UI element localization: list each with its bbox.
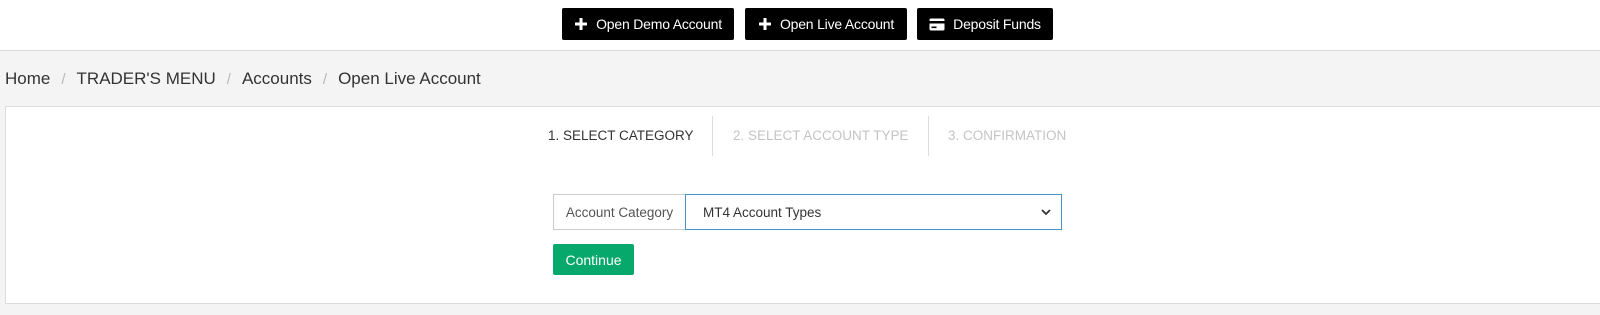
account-category-value: MT4 Account Types — [703, 204, 822, 220]
step-divider — [712, 116, 713, 156]
open-live-account-label: Open Live Account — [779, 16, 895, 32]
breadcrumb-separator: / — [322, 70, 328, 88]
plus-icon — [574, 17, 588, 31]
open-demo-account-button[interactable]: Open Demo Account — [562, 8, 734, 40]
open-live-account-button[interactable]: Open Live Account — [745, 8, 907, 40]
chevron-down-icon — [1041, 208, 1051, 216]
step-divider — [928, 116, 929, 156]
step-select-category: 1. SELECT CATEGORY — [548, 128, 694, 143]
plus-icon — [758, 17, 772, 31]
account-category-label: Account Category — [553, 194, 685, 230]
account-category-group: Account Category MT4 Account Types — [553, 194, 1062, 230]
step-confirmation: 3. CONFIRMATION — [948, 128, 1067, 143]
credit-card-icon — [929, 18, 945, 31]
breadcrumb-current-page: Open Live Account — [338, 69, 481, 88]
continue-button[interactable]: Continue — [553, 244, 634, 275]
breadcrumb-traders-menu[interactable]: TRADER'S MENU — [77, 69, 216, 89]
breadcrumb-accounts[interactable]: Accounts — [242, 69, 312, 89]
breadcrumb: Home / TRADER'S MENU / Accounts / Open L… — [5, 68, 481, 90]
breadcrumb-separator: / — [226, 70, 231, 88]
account-category-select[interactable]: MT4 Account Types — [685, 194, 1062, 230]
breadcrumb-separator: / — [61, 70, 66, 88]
deposit-funds-button[interactable]: Deposit Funds — [917, 8, 1053, 40]
deposit-funds-label: Deposit Funds — [953, 16, 1041, 32]
step-select-account-type: 2. SELECT ACCOUNT TYPE — [733, 128, 909, 143]
open-demo-account-label: Open Demo Account — [596, 16, 722, 32]
top-action-bar: Open Demo Account Open Live Account Depo… — [0, 0, 1600, 51]
breadcrumb-home[interactable]: Home — [5, 69, 50, 89]
